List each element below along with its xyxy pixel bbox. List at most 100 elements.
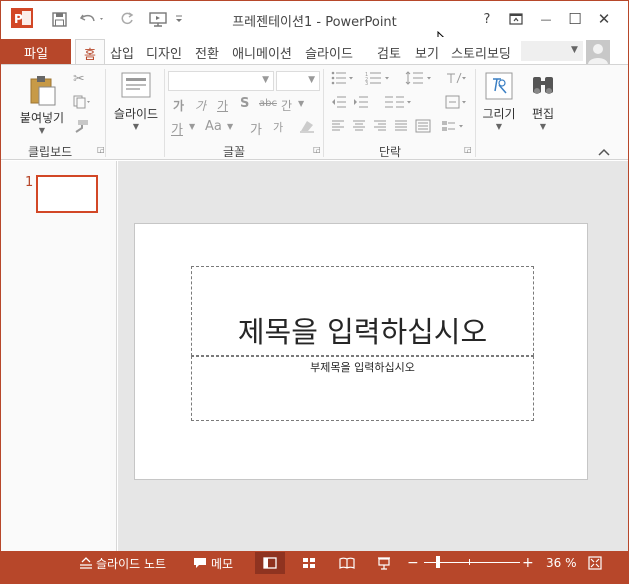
- font-color-button[interactable]: 가: [171, 119, 183, 138]
- subtitle-placeholder-text: 부제목을 입력하십시오: [310, 361, 415, 374]
- zoom-in-button[interactable]: +: [522, 551, 534, 575]
- title-bar: P 프레젠테이션1 - PowerPoint ? — ☐ ✕: [1, 1, 628, 37]
- align-text-icon[interactable]: [445, 95, 467, 112]
- normal-view-icon[interactable]: [263, 551, 277, 575]
- tab-slide-show[interactable]: 슬라이드: [300, 39, 358, 65]
- close-button[interactable]: ✕: [591, 7, 617, 31]
- bullets-icon[interactable]: [331, 71, 355, 88]
- font-size-combo[interactable]: ▼: [276, 71, 320, 91]
- new-slide-button[interactable]: 슬라이드 ▼: [109, 71, 163, 131]
- svg-text:3: 3: [365, 81, 368, 85]
- columns-icon[interactable]: [384, 95, 412, 112]
- avatar[interactable]: [586, 40, 610, 64]
- font-group-label: 글꼴: [223, 145, 246, 159]
- zoom-level[interactable]: 36 %: [546, 551, 577, 575]
- paste-icon: [30, 76, 56, 106]
- format-painter-icon[interactable]: [73, 119, 89, 136]
- comments-label: 메모: [211, 556, 234, 571]
- paste-button[interactable]: 붙여넣기 ▼: [15, 73, 69, 135]
- ribbon-tab-row: 파일 홈 삽입 디자인 전환 애니메이션 슬라이드 검토 보기 스토리보딩 ▼: [1, 37, 628, 66]
- fit-to-window-icon[interactable]: [588, 551, 602, 575]
- account-dropdown-icon[interactable]: ▼: [571, 45, 578, 55]
- clipboard-group-label: 클립보드: [28, 145, 73, 159]
- notes-button[interactable]: 슬라이드 노트: [79, 551, 166, 575]
- justify-icon[interactable]: [394, 119, 408, 136]
- ribbon: 붙여넣기 ▼ ✂ 클립보드 ◲ 슬라이드 ▼ ▼ ▼ 가 가 가 S abc 간…: [1, 64, 628, 160]
- increase-font-size-button[interactable]: 가: [173, 97, 184, 114]
- editing-button[interactable]: 편집 ▼: [521, 71, 565, 131]
- superscript-button[interactable]: 가: [250, 119, 262, 138]
- underline-button[interactable]: 가: [217, 97, 228, 114]
- clear-formatting-icon[interactable]: [299, 119, 315, 136]
- font-dialog-launcher-icon[interactable]: ◲: [313, 145, 321, 154]
- new-slide-label: 슬라이드: [113, 107, 159, 121]
- tab-insert[interactable]: 삽입: [105, 39, 139, 65]
- decrease-font-size-button[interactable]: 가: [195, 97, 206, 114]
- paste-label: 붙여넣기: [19, 111, 65, 125]
- character-spacing-button[interactable]: 간: [281, 97, 292, 114]
- tab-animations[interactable]: 애니메이션: [227, 39, 297, 65]
- drawing-dropdown-icon: ▼: [495, 122, 503, 131]
- tab-storyboarding[interactable]: 스토리보딩: [446, 39, 516, 65]
- zoom-slider-midpoint: [469, 559, 470, 565]
- group-separator: [164, 69, 165, 157]
- slide-thumbnail[interactable]: [36, 175, 98, 213]
- slide-show-icon[interactable]: [377, 551, 391, 575]
- subscript-button[interactable]: 가: [273, 119, 283, 135]
- distributed-icon[interactable]: [415, 119, 431, 136]
- copy-icon[interactable]: [73, 95, 91, 112]
- slide-canvas[interactable]: 제목을 입력하십시오 부제목을 입력하십시오: [134, 223, 588, 480]
- slide-thumbnail-pane: 1: [1, 161, 117, 551]
- text-direction-icon[interactable]: [445, 71, 467, 88]
- paste-dropdown-icon: ▼: [38, 126, 46, 135]
- status-bar: 슬라이드 노트 메모 − + 36 %: [1, 551, 628, 583]
- font-size-dropdown-icon[interactable]: ▼: [308, 75, 315, 85]
- increase-indent-icon[interactable]: [353, 95, 369, 112]
- font-name-combo[interactable]: ▼: [168, 71, 274, 91]
- reading-view-icon[interactable]: [339, 551, 355, 575]
- new-slide-dropdown-icon: ▼: [132, 122, 140, 131]
- clipboard-dialog-launcher-icon[interactable]: ◲: [97, 145, 105, 154]
- numbering-icon[interactable]: 123: [365, 71, 393, 88]
- binoculars-icon: [533, 77, 553, 94]
- help-button[interactable]: ?: [474, 7, 500, 31]
- notes-icon: [80, 557, 92, 569]
- font-color-dropdown-icon[interactable]: ▼: [189, 122, 195, 131]
- group-separator: [105, 69, 106, 157]
- line-spacing-icon[interactable]: [405, 71, 435, 88]
- font-name-dropdown-icon[interactable]: ▼: [262, 75, 269, 85]
- comment-icon: [194, 558, 206, 568]
- drawing-button[interactable]: 그리기 ▼: [477, 71, 521, 131]
- align-left-icon[interactable]: [331, 119, 345, 136]
- tab-view[interactable]: 보기: [412, 39, 442, 65]
- smartart-icon[interactable]: [441, 119, 467, 136]
- paragraph-dialog-launcher-icon[interactable]: ◲: [464, 145, 472, 154]
- tab-file[interactable]: 파일: [1, 39, 71, 65]
- collapse-ribbon-icon[interactable]: [598, 145, 610, 159]
- tab-review[interactable]: 검토: [374, 39, 404, 65]
- align-center-icon[interactable]: [352, 119, 366, 136]
- ribbon-display-options-icon[interactable]: [503, 7, 529, 31]
- cut-icon[interactable]: ✂: [73, 71, 85, 87]
- tab-design[interactable]: 디자인: [142, 39, 186, 65]
- tab-home[interactable]: 홈: [75, 39, 105, 66]
- decrease-indent-icon[interactable]: [331, 95, 347, 112]
- zoom-slider-thumb[interactable]: [436, 556, 440, 568]
- change-case-button[interactable]: Aa: [205, 119, 222, 134]
- editing-dropdown-icon: ▼: [539, 122, 547, 131]
- text-shadow-button[interactable]: S: [240, 96, 249, 111]
- slide-sorter-icon[interactable]: [302, 551, 316, 575]
- change-case-dropdown-icon[interactable]: ▼: [227, 122, 233, 131]
- title-placeholder[interactable]: 제목을 입력하십시오: [191, 266, 534, 356]
- zoom-out-button[interactable]: −: [407, 551, 419, 575]
- comments-button[interactable]: 메모: [193, 551, 233, 575]
- character-spacing-dropdown-icon[interactable]: ▼: [298, 99, 304, 108]
- subtitle-placeholder[interactable]: 부제목을 입력하십시오: [191, 356, 534, 421]
- notes-label: 슬라이드 노트: [96, 556, 167, 571]
- strikethrough-button[interactable]: abc: [259, 98, 277, 109]
- minimize-button[interactable]: —: [533, 7, 559, 31]
- align-right-icon[interactable]: [373, 119, 387, 136]
- tab-transitions[interactable]: 전환: [190, 39, 224, 65]
- maximize-button[interactable]: ☐: [562, 7, 588, 31]
- title-placeholder-text: 제목을 입력하십시오: [237, 315, 488, 349]
